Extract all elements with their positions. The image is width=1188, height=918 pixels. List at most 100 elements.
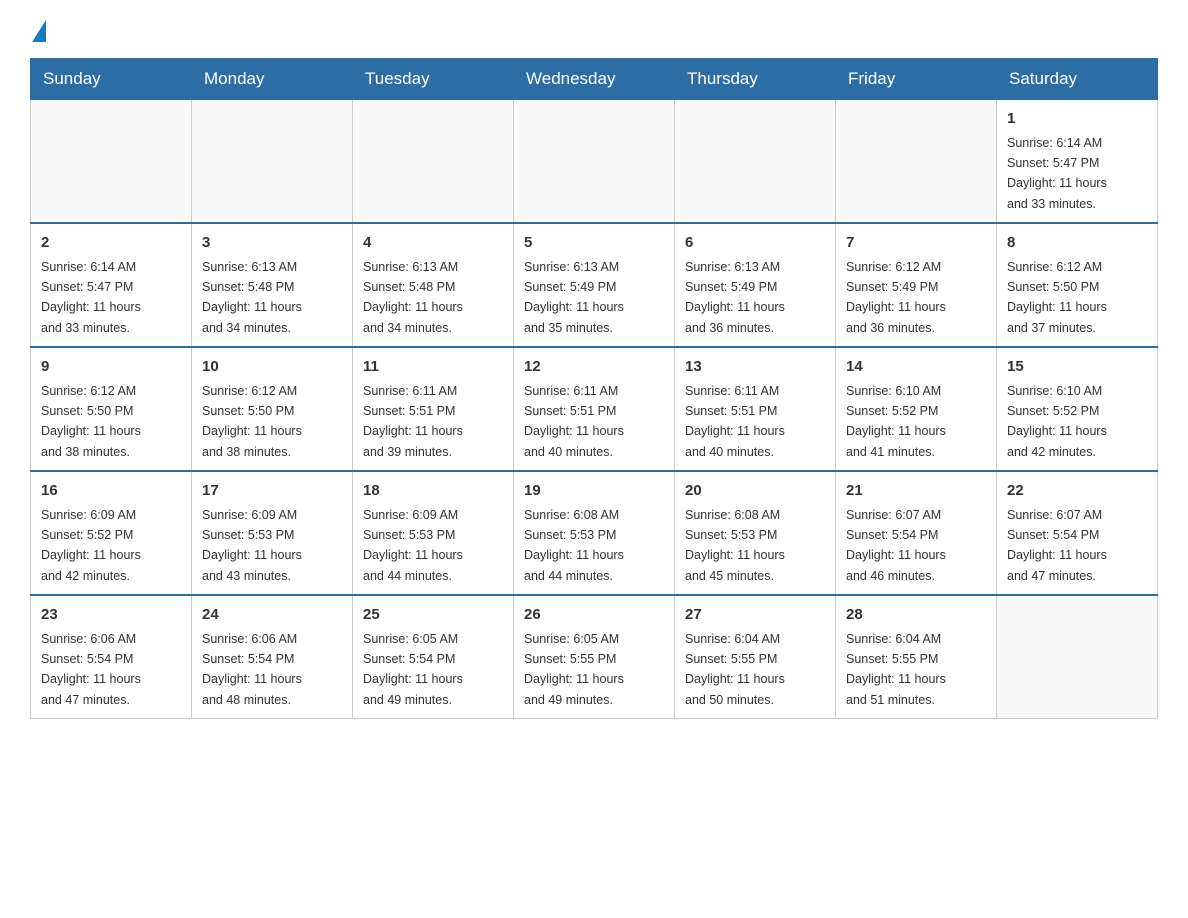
day-number: 9: [41, 356, 181, 379]
day-number: 4: [363, 232, 503, 255]
calendar-day-cell: 10 Sunrise: 6:12 AM Sunset: 5:50 PM Dayli…: [192, 347, 353, 471]
day-info: Sunrise: 6:07 AM Sunset: 5:54 PM Dayligh…: [846, 508, 946, 583]
day-info: Sunrise: 6:12 AM Sunset: 5:50 PM Dayligh…: [1007, 260, 1107, 335]
day-info: Sunrise: 6:13 AM Sunset: 5:49 PM Dayligh…: [685, 260, 785, 335]
calendar-day-cell: [997, 595, 1158, 719]
day-number: 14: [846, 356, 986, 379]
calendar-day-cell: 22 Sunrise: 6:07 AM Sunset: 5:54 PM Dayli…: [997, 471, 1158, 595]
day-number: 16: [41, 480, 181, 503]
day-info: Sunrise: 6:06 AM Sunset: 5:54 PM Dayligh…: [202, 632, 302, 707]
day-number: 13: [685, 356, 825, 379]
day-of-week-header: Tuesday: [353, 59, 514, 100]
calendar-day-cell: 20 Sunrise: 6:08 AM Sunset: 5:53 PM Dayli…: [675, 471, 836, 595]
day-number: 8: [1007, 232, 1147, 255]
day-of-week-header: Wednesday: [514, 59, 675, 100]
day-info: Sunrise: 6:08 AM Sunset: 5:53 PM Dayligh…: [524, 508, 624, 583]
day-info: Sunrise: 6:12 AM Sunset: 5:50 PM Dayligh…: [41, 384, 141, 459]
calendar-day-cell: 23 Sunrise: 6:06 AM Sunset: 5:54 PM Dayli…: [31, 595, 192, 719]
calendar-day-cell: 2Sunrise: 6:14 AM Sunset: 5:47 PM Daylig…: [31, 223, 192, 347]
day-number: 15: [1007, 356, 1147, 379]
day-number: 1: [1007, 108, 1147, 131]
calendar-day-cell: [353, 100, 514, 224]
day-info: Sunrise: 6:14 AM Sunset: 5:47 PM Dayligh…: [1007, 136, 1107, 211]
day-info: Sunrise: 6:09 AM Sunset: 5:53 PM Dayligh…: [202, 508, 302, 583]
day-info: Sunrise: 6:05 AM Sunset: 5:54 PM Dayligh…: [363, 632, 463, 707]
calendar-day-cell: 7Sunrise: 6:12 AM Sunset: 5:49 PM Daylig…: [836, 223, 997, 347]
day-number: 5: [524, 232, 664, 255]
calendar-day-cell: [836, 100, 997, 224]
day-number: 20: [685, 480, 825, 503]
page-header: [30, 20, 1158, 38]
day-number: 18: [363, 480, 503, 503]
calendar-day-cell: [192, 100, 353, 224]
day-info: Sunrise: 6:11 AM Sunset: 5:51 PM Dayligh…: [685, 384, 785, 459]
calendar-day-cell: 16 Sunrise: 6:09 AM Sunset: 5:52 PM Dayli…: [31, 471, 192, 595]
day-info: Sunrise: 6:13 AM Sunset: 5:48 PM Dayligh…: [202, 260, 302, 335]
calendar-day-cell: 24 Sunrise: 6:06 AM Sunset: 5:54 PM Dayli…: [192, 595, 353, 719]
calendar-day-cell: 12 Sunrise: 6:11 AM Sunset: 5:51 PM Dayli…: [514, 347, 675, 471]
calendar-day-cell: 25 Sunrise: 6:05 AM Sunset: 5:54 PM Dayli…: [353, 595, 514, 719]
calendar-day-cell: 6Sunrise: 6:13 AM Sunset: 5:49 PM Daylig…: [675, 223, 836, 347]
day-number: 10: [202, 356, 342, 379]
day-number: 7: [846, 232, 986, 255]
calendar-week-row: 16 Sunrise: 6:09 AM Sunset: 5:52 PM Dayli…: [31, 471, 1158, 595]
day-number: 11: [363, 356, 503, 379]
logo: [30, 20, 46, 38]
day-info: Sunrise: 6:14 AM Sunset: 5:47 PM Dayligh…: [41, 260, 141, 335]
calendar-day-cell: [514, 100, 675, 224]
day-info: Sunrise: 6:09 AM Sunset: 5:53 PM Dayligh…: [363, 508, 463, 583]
calendar-day-cell: 5 Sunrise: 6:13 AM Sunset: 5:49 PM Daylig…: [514, 223, 675, 347]
day-number: 17: [202, 480, 342, 503]
calendar-day-cell: [675, 100, 836, 224]
day-info: Sunrise: 6:11 AM Sunset: 5:51 PM Dayligh…: [363, 384, 463, 459]
calendar-week-row: 2Sunrise: 6:14 AM Sunset: 5:47 PM Daylig…: [31, 223, 1158, 347]
day-number: 19: [524, 480, 664, 503]
calendar-day-cell: 8 Sunrise: 6:12 AM Sunset: 5:50 PM Daylig…: [997, 223, 1158, 347]
day-info: Sunrise: 6:12 AM Sunset: 5:50 PM Dayligh…: [202, 384, 302, 459]
day-info: Sunrise: 6:06 AM Sunset: 5:54 PM Dayligh…: [41, 632, 141, 707]
calendar-day-cell: 11 Sunrise: 6:11 AM Sunset: 5:51 PM Dayli…: [353, 347, 514, 471]
logo-triangle-icon: [32, 20, 46, 42]
day-number: 26: [524, 604, 664, 627]
day-info: Sunrise: 6:11 AM Sunset: 5:51 PM Dayligh…: [524, 384, 624, 459]
day-info: Sunrise: 6:13 AM Sunset: 5:49 PM Dayligh…: [524, 260, 624, 335]
calendar-day-cell: 19 Sunrise: 6:08 AM Sunset: 5:53 PM Dayli…: [514, 471, 675, 595]
day-info: Sunrise: 6:08 AM Sunset: 5:53 PM Dayligh…: [685, 508, 785, 583]
day-number: 12: [524, 356, 664, 379]
calendar-week-row: 23 Sunrise: 6:06 AM Sunset: 5:54 PM Dayli…: [31, 595, 1158, 719]
calendar-week-row: 1 Sunrise: 6:14 AM Sunset: 5:47 PM Daylig…: [31, 100, 1158, 224]
calendar-day-cell: 18 Sunrise: 6:09 AM Sunset: 5:53 PM Dayli…: [353, 471, 514, 595]
day-number: 22: [1007, 480, 1147, 503]
calendar-day-cell: 28Sunrise: 6:04 AM Sunset: 5:55 PM Dayli…: [836, 595, 997, 719]
calendar-day-cell: 1 Sunrise: 6:14 AM Sunset: 5:47 PM Daylig…: [997, 100, 1158, 224]
day-number: 3: [202, 232, 342, 255]
day-of-week-header: Saturday: [997, 59, 1158, 100]
day-info: Sunrise: 6:05 AM Sunset: 5:55 PM Dayligh…: [524, 632, 624, 707]
day-number: 23: [41, 604, 181, 627]
calendar-day-cell: 14 Sunrise: 6:10 AM Sunset: 5:52 PM Dayli…: [836, 347, 997, 471]
day-info: Sunrise: 6:04 AM Sunset: 5:55 PM Dayligh…: [685, 632, 785, 707]
calendar-day-cell: 26 Sunrise: 6:05 AM Sunset: 5:55 PM Dayli…: [514, 595, 675, 719]
day-info: Sunrise: 6:04 AM Sunset: 5:55 PM Dayligh…: [846, 632, 946, 707]
day-info: Sunrise: 6:07 AM Sunset: 5:54 PM Dayligh…: [1007, 508, 1107, 583]
day-info: Sunrise: 6:13 AM Sunset: 5:48 PM Dayligh…: [363, 260, 463, 335]
calendar-week-row: 9 Sunrise: 6:12 AM Sunset: 5:50 PM Daylig…: [31, 347, 1158, 471]
day-of-week-header: Thursday: [675, 59, 836, 100]
calendar-day-cell: 15Sunrise: 6:10 AM Sunset: 5:52 PM Dayli…: [997, 347, 1158, 471]
day-of-week-header: Sunday: [31, 59, 192, 100]
day-info: Sunrise: 6:09 AM Sunset: 5:52 PM Dayligh…: [41, 508, 141, 583]
day-info: Sunrise: 6:10 AM Sunset: 5:52 PM Dayligh…: [846, 384, 946, 459]
calendar-header-row: SundayMondayTuesdayWednesdayThursdayFrid…: [31, 59, 1158, 100]
calendar-table: SundayMondayTuesdayWednesdayThursdayFrid…: [30, 58, 1158, 719]
calendar-day-cell: 9 Sunrise: 6:12 AM Sunset: 5:50 PM Daylig…: [31, 347, 192, 471]
day-number: 24: [202, 604, 342, 627]
calendar-day-cell: 13 Sunrise: 6:11 AM Sunset: 5:51 PM Dayli…: [675, 347, 836, 471]
calendar-day-cell: 4 Sunrise: 6:13 AM Sunset: 5:48 PM Daylig…: [353, 223, 514, 347]
calendar-day-cell: 27 Sunrise: 6:04 AM Sunset: 5:55 PM Dayli…: [675, 595, 836, 719]
day-of-week-header: Monday: [192, 59, 353, 100]
day-number: 27: [685, 604, 825, 627]
day-number: 25: [363, 604, 503, 627]
calendar-day-cell: [31, 100, 192, 224]
calendar-day-cell: 21Sunrise: 6:07 AM Sunset: 5:54 PM Dayli…: [836, 471, 997, 595]
calendar-day-cell: 17 Sunrise: 6:09 AM Sunset: 5:53 PM Dayli…: [192, 471, 353, 595]
